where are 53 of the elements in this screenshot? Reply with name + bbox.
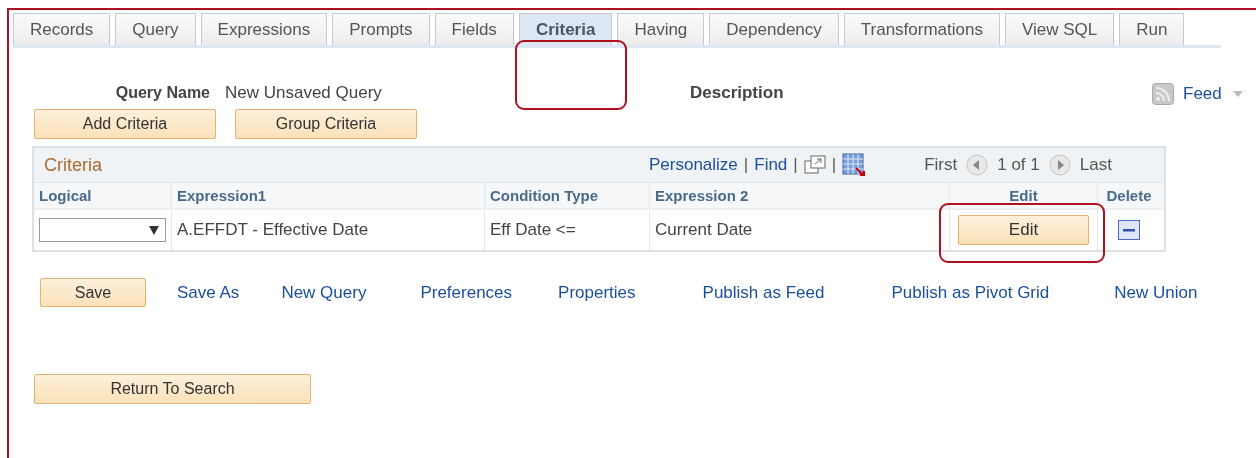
tab[interactable]: Query (115, 13, 196, 45)
table-cell: Eff Date <= (485, 210, 650, 250)
tab[interactable]: Expressions (200, 13, 328, 45)
column-header: Edit (950, 183, 1098, 208)
tab[interactable]: View SQL (1005, 13, 1115, 45)
table-cell: Current Date (650, 210, 950, 250)
column-header: Delete (1105, 186, 1153, 206)
tab[interactable]: Having (617, 13, 705, 45)
criteria-button[interactable]: Add Criteria (34, 109, 216, 139)
grid-link[interactable]: Personalize (649, 155, 738, 175)
action-link[interactable]: New Union (1114, 282, 1198, 303)
tab[interactable]: Records (13, 13, 111, 45)
criteria-button[interactable]: Group Criteria (235, 109, 417, 139)
tab[interactable]: Criteria (518, 13, 613, 45)
query-name-label: Query Name (114, 84, 210, 102)
tab[interactable]: Run (1119, 13, 1185, 45)
action-link[interactable]: Preferences (420, 282, 513, 303)
separator: | (743, 155, 749, 175)
column-header: Condition Type (485, 183, 650, 208)
save-button[interactable]: Save (40, 278, 146, 307)
table-cell: A.EFFDT - Effective Date (172, 210, 485, 250)
action-link[interactable]: Publish as Feed (702, 282, 825, 303)
column-header: Logical (34, 183, 172, 208)
grid-link[interactable]: Find (754, 155, 788, 175)
separator: | (793, 155, 798, 175)
tab[interactable]: Prompts (332, 13, 430, 45)
tab[interactable]: Transformations (843, 13, 1000, 45)
feed-link[interactable]: Feed (1183, 84, 1222, 104)
column-header: Expression1 (172, 183, 485, 208)
separator: | (831, 155, 837, 175)
action-link[interactable]: Save As (177, 282, 240, 303)
previous-icon[interactable] (966, 154, 989, 176)
tab[interactable]: Dependency (709, 13, 839, 45)
action-link[interactable]: Properties (558, 282, 636, 303)
dropdown-arrow-icon[interactable] (149, 225, 159, 235)
first-label: First (924, 155, 958, 175)
grid-title: Criteria (44, 154, 103, 176)
delete-row-icon[interactable] (1118, 220, 1140, 240)
column-header: Expression 2 (650, 183, 950, 208)
tab[interactable]: Fields (434, 13, 514, 45)
caret-icon[interactable] (1232, 91, 1243, 97)
edit-button[interactable]: Edit (958, 215, 1089, 245)
page-count: 1 of 1 (997, 155, 1040, 175)
action-link[interactable]: Publish as Pivot Grid (891, 282, 1050, 303)
next-icon[interactable] (1048, 154, 1071, 176)
return-to-search-button[interactable]: Return To Search (34, 374, 311, 404)
query-name-value: New Unsaved Query (225, 83, 383, 103)
rss-icon[interactable] (1152, 83, 1174, 105)
popout-icon[interactable] (803, 155, 826, 175)
description-label: Description (690, 83, 784, 103)
last-label: Last (1079, 155, 1112, 175)
spreadsheet-icon[interactable] (842, 153, 867, 177)
action-link[interactable]: New Query (281, 282, 367, 303)
